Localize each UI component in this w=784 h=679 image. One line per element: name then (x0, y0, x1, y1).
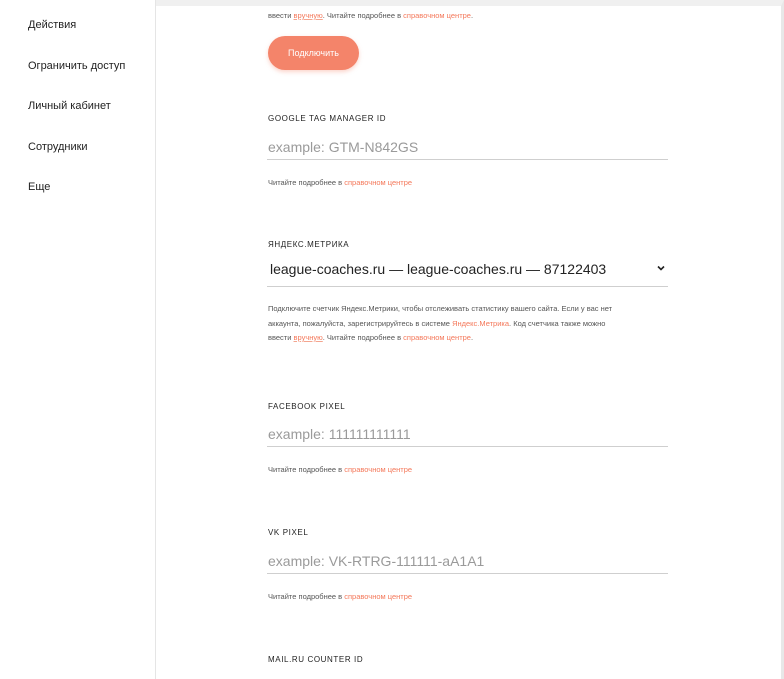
metrika-help: Подключите счетчик Яндекс.Метрики, чтобы… (268, 304, 613, 342)
facebook-help-center-link[interactable]: справочном центре (344, 465, 412, 474)
vk-pixel-input[interactable] (267, 548, 668, 574)
sidebar-item-personal-account[interactable]: Личный кабинет (28, 100, 111, 112)
vk-help: Читайте подробнее в справочном центре (268, 592, 413, 601)
sidebar-item-restrict-access[interactable]: Ограничить доступ (28, 60, 125, 72)
gtm-id-input[interactable] (267, 134, 668, 160)
chevron-down-icon (657, 265, 665, 271)
metrika-selected-value: league-coaches.ru — league-coaches.ru — … (270, 261, 607, 277)
manual-link[interactable]: вручную (294, 11, 323, 20)
sidebar-item-actions[interactable]: Действия (28, 19, 76, 31)
metrika-label: ЯНДЕКС.МЕТРИКА (268, 240, 350, 249)
gtm-help-center-link[interactable]: справочном центре (344, 178, 412, 187)
main-content: ввести вручную. Читайте подробнее в спра… (157, 0, 781, 679)
connect-button[interactable]: Подключить (268, 36, 359, 70)
facebook-help: Читайте подробнее в справочном центре (268, 465, 413, 474)
top-help-text: ввести вручную. Читайте подробнее в спра… (268, 11, 474, 20)
help-center-link[interactable]: справочном центре (403, 11, 471, 20)
gtm-label: GOOGLE TAG MANAGER ID (268, 114, 387, 123)
metrika-select[interactable]: league-coaches.ru — league-coaches.ru — … (267, 259, 668, 287)
sidebar-item-more[interactable]: Еще (28, 181, 50, 193)
yandex-metrika-link[interactable]: Яндекс.Метрика (452, 319, 509, 328)
vk-pixel-label: VK PIXEL (268, 528, 309, 537)
sidebar-item-employees[interactable]: Сотрудники (28, 141, 88, 153)
facebook-pixel-label: FACEBOOK PIXEL (268, 402, 346, 411)
mailru-counter-label: MAIL.RU COUNTER ID (268, 655, 364, 664)
gtm-help: Читайте подробнее в справочном центре (268, 178, 413, 187)
sidebar: Действия Ограничить доступ Личный кабине… (0, 0, 156, 679)
metrika-manual-link[interactable]: вручную (294, 333, 323, 342)
facebook-pixel-input[interactable] (267, 421, 668, 447)
metrika-help-center-link[interactable]: справочном центре (403, 333, 471, 342)
vk-help-center-link[interactable]: справочном центре (344, 592, 412, 601)
